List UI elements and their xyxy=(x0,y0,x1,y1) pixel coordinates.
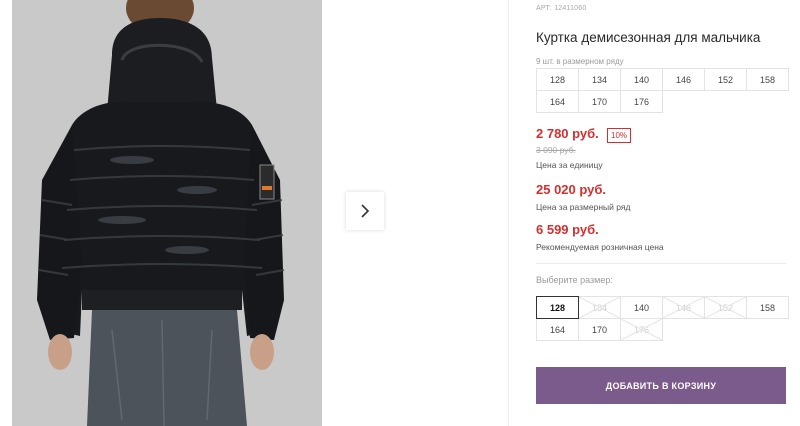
size-range-cell: 146 xyxy=(662,68,705,91)
size-range-cell: 164 xyxy=(536,90,579,113)
cross-out-icon xyxy=(621,319,662,340)
size-option-label: 140 xyxy=(633,302,650,313)
size-option-140[interactable]: 140 xyxy=(620,296,663,319)
column-divider xyxy=(508,0,509,426)
size-option-176: 176 xyxy=(620,318,663,341)
range-price: 25 020 руб. xyxy=(536,182,607,197)
size-option-164[interactable]: 164 xyxy=(536,318,579,341)
choose-size-label: Выберите размер: xyxy=(536,275,613,285)
cross-out-icon xyxy=(705,297,746,318)
retail-price-label: Рекомендуемая розничная цена xyxy=(536,242,664,252)
size-option-128[interactable]: 128 xyxy=(536,296,579,319)
size-option-label: 164 xyxy=(549,324,566,335)
size-option-146: 146 xyxy=(662,296,705,319)
size-selector-grid: 128 134 140 146152 158 164 170 176 xyxy=(536,296,789,341)
cross-out-icon xyxy=(663,297,704,318)
unit-price-label: Цена за единицу xyxy=(536,160,603,170)
product-title: Куртка демисезонная для мальчика xyxy=(536,30,761,45)
jacket-image xyxy=(12,0,322,426)
retail-price: 6 599 руб. xyxy=(536,222,599,237)
size-range-cell: 158 xyxy=(746,68,789,91)
size-option-label: 158 xyxy=(759,302,776,313)
size-option-label: 170 xyxy=(591,324,608,335)
size-range-cell: 152 xyxy=(704,68,747,91)
size-range-cell: 134 xyxy=(578,68,621,91)
old-price: 3 090 руб. xyxy=(536,145,576,155)
size-range-cell: 176 xyxy=(620,90,663,113)
add-to-cart-button[interactable]: Добавить в корзину xyxy=(536,367,786,404)
size-option-134: 134 xyxy=(578,296,621,319)
gallery-next-button[interactable] xyxy=(346,192,384,230)
size-range-cell: 140 xyxy=(620,68,663,91)
cross-out-icon xyxy=(579,297,620,318)
range-price-label: Цена за размерный ряд xyxy=(536,202,631,212)
size-range-cell: 170 xyxy=(578,90,621,113)
chevron-right-icon xyxy=(361,204,370,218)
size-range-cell: 128 xyxy=(536,68,579,91)
discount-badge: 10% xyxy=(607,128,632,143)
size-option-170[interactable]: 170 xyxy=(578,318,621,341)
size-option-158[interactable]: 158 xyxy=(746,296,789,319)
size-range-grid: 128 134 140 146 152 158 164 170 176 xyxy=(536,68,789,113)
unit-price: 2 780 руб. xyxy=(536,126,599,141)
section-divider xyxy=(536,263,786,264)
size-option-label: 128 xyxy=(549,302,566,313)
product-photo xyxy=(12,0,322,426)
product-gallery xyxy=(0,0,508,426)
size-option-152: 152 xyxy=(704,296,747,319)
article-number: АРТ: 12411060 xyxy=(536,5,587,12)
size-range-note: 9 шт. в размерном ряду xyxy=(536,57,624,66)
